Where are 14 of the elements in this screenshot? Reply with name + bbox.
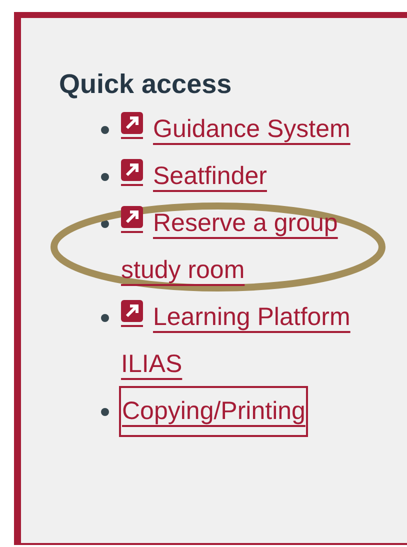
bullet-icon: [101, 173, 109, 181]
quick-access-link[interactable]: Seatfinder: [121, 153, 267, 200]
quick-access-link[interactable]: Reserve a group study room: [121, 200, 377, 294]
section-heading: Quick access: [59, 68, 233, 101]
external-link-icon: [121, 112, 143, 139]
quick-access-link[interactable]: Copying/Printing: [121, 388, 306, 435]
quick-access-link[interactable]: Guidance System: [121, 106, 350, 153]
bullet-icon: [101, 408, 109, 416]
external-link-icon: [121, 159, 143, 186]
bullet-icon: [101, 126, 109, 134]
quick-access-link[interactable]: Learning Platform ILIAS: [121, 294, 377, 388]
external-link-icon: [121, 206, 143, 233]
external-link-icon: [121, 300, 143, 327]
bullet-icon: [101, 314, 109, 322]
